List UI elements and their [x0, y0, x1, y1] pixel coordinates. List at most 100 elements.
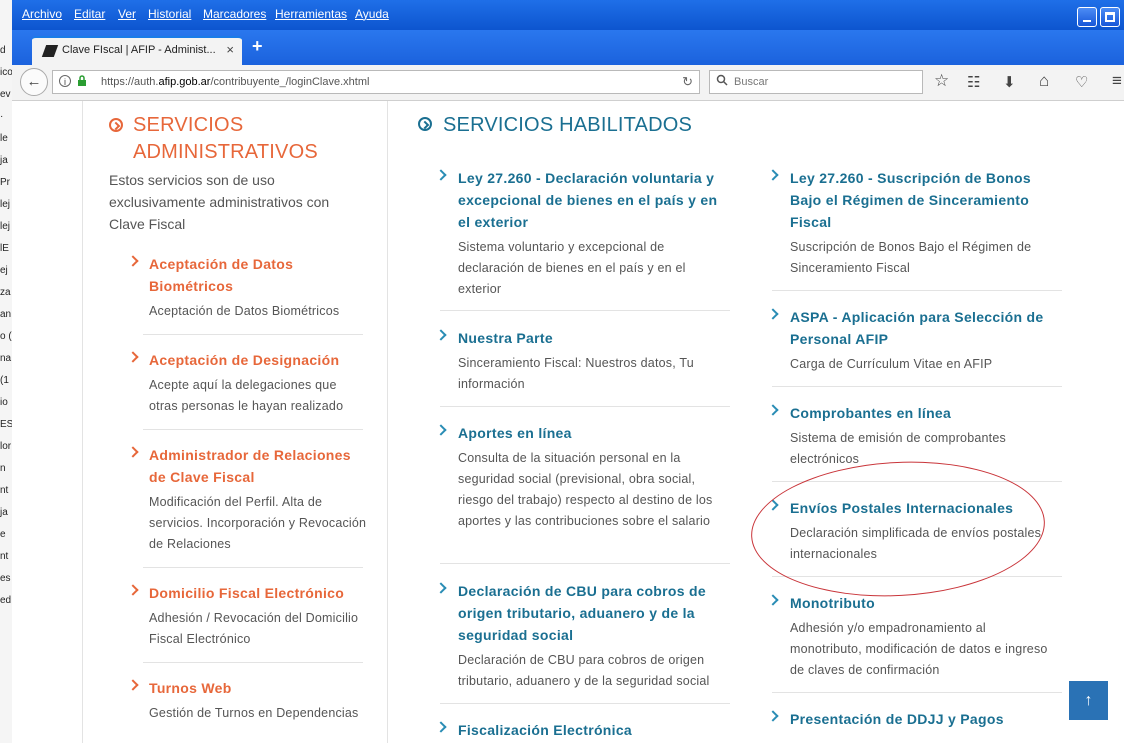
divider: [772, 290, 1062, 291]
service-declaracion-cbu[interactable]: Declaración de CBU para cobros de origen…: [435, 580, 727, 692]
service-fiscalizacion-electronica[interactable]: Fiscalización Electrónica: [435, 719, 727, 741]
item-desc: Gestión de Turnos en Dependencias: [149, 706, 359, 720]
item-desc: Acepte aquí la delegaciones que otras pe…: [149, 378, 344, 413]
item-title[interactable]: Domicilio Fiscal Electrónico: [149, 582, 369, 604]
menu-marcadores[interactable]: Marcadores: [203, 7, 266, 21]
circle-arrow-icon: [109, 118, 123, 132]
service-desc: Consulta de la situación personal en la …: [458, 451, 713, 528]
divider: [143, 334, 363, 335]
service-title[interactable]: Monotributo: [790, 592, 1059, 614]
divider: [143, 662, 363, 663]
browser-window: Archivo Editar Ver Historial Marcadores …: [12, 0, 1124, 743]
bookmark-star-icon[interactable]: ☆: [934, 71, 949, 91]
menu-editar[interactable]: Editar: [74, 7, 105, 21]
service-aspa[interactable]: ASPA - Aplicación para Selección de Pers…: [767, 306, 1059, 375]
sidebar-title-line2: ADMINISTRATIVOS: [133, 141, 318, 163]
service-aportes-en-linea[interactable]: Aportes en línea Consulta de la situació…: [435, 422, 727, 532]
menu-icon[interactable]: ≡: [1112, 71, 1122, 91]
divider: [440, 310, 730, 311]
service-title[interactable]: Nuestra Parte: [458, 327, 727, 349]
lock-icon: [77, 75, 87, 89]
item-title[interactable]: Turnos Web: [149, 677, 369, 699]
divider: [143, 429, 363, 430]
site-info-icon[interactable]: i: [59, 75, 71, 87]
tab-bar: Clave FIscal | AFIP - Administ... × +: [12, 30, 1124, 65]
search-icon: [716, 74, 728, 89]
pocket-icon[interactable]: ♡: [1075, 73, 1088, 91]
divider: [440, 406, 730, 407]
annotation-ellipse: [747, 454, 1049, 604]
item-title[interactable]: Aceptación de Datos Biométricos: [149, 253, 369, 297]
afip-favicon-icon: [41, 45, 59, 57]
sidebar-servicios-administrativos: SERVICIOS ADMINISTRATIVOS Estos servicio…: [82, 101, 388, 743]
tab-close-icon[interactable]: ×: [226, 42, 234, 57]
maximize-button[interactable]: [1100, 7, 1120, 27]
address-bar[interactable]: i https://auth.afip.gob.ar/contribuyente…: [52, 70, 700, 94]
back-button[interactable]: ←: [20, 68, 48, 96]
service-title[interactable]: Aportes en línea: [458, 422, 727, 444]
url-prefix: https://auth.: [101, 76, 159, 88]
service-title[interactable]: Declaración de CBU para cobros de origen…: [458, 580, 727, 646]
service-desc: Sinceramiento Fiscal: Nuestros datos, Tu…: [458, 356, 694, 391]
new-tab-button[interactable]: +: [252, 36, 263, 57]
divider: [772, 692, 1062, 693]
divider: [440, 563, 730, 564]
maximize-icon: [1105, 12, 1115, 22]
item-title[interactable]: Aceptación de Designación: [149, 349, 369, 371]
page-left-margin: [12, 101, 82, 743]
sidebar-title: SERVICIOS ADMINISTRATIVOS: [133, 112, 318, 166]
service-ley-27260-bonos[interactable]: Ley 27.260 - Suscripción de Bonos Bajo e…: [767, 167, 1059, 279]
menu-ayuda[interactable]: Ayuda: [355, 7, 389, 21]
item-desc: Aceptación de Datos Biométricos: [149, 304, 340, 318]
service-title[interactable]: Ley 27.260 - Suscripción de Bonos Bajo e…: [790, 167, 1059, 233]
minimize-icon: [1083, 20, 1091, 22]
search-box[interactable]: Buscar: [709, 70, 923, 94]
back-to-top-button[interactable]: ↑: [1069, 681, 1108, 720]
arrow-up-icon: ↑: [1084, 692, 1093, 709]
sidebar-item-designacion[interactable]: Aceptación de Designación Acepte aquí la…: [127, 349, 369, 417]
downloads-icon[interactable]: ⬇: [1003, 73, 1016, 91]
service-desc: Carga de Currículum Vitae en AFIP: [790, 357, 993, 371]
url-text: https://auth.afip.gob.ar/contribuyente_/…: [101, 76, 369, 88]
service-title[interactable]: Comprobantes en línea: [790, 402, 1059, 424]
sidebar-item-administrador-relaciones[interactable]: Administrador de Relaciones de Clave Fis…: [127, 444, 369, 555]
service-monotributo[interactable]: Monotributo Adhesión y/o empadronamiento…: [767, 592, 1059, 681]
reload-icon[interactable]: ↻: [682, 74, 693, 90]
sidebar-item-datos-biometricos[interactable]: Aceptación de Datos Biométricos Aceptaci…: [127, 253, 369, 322]
service-title[interactable]: ASPA - Aplicación para Selección de Pers…: [790, 306, 1059, 350]
item-desc: Adhesión / Revocación del Domicilio Fisc…: [149, 611, 359, 646]
service-presentacion-ddjj[interactable]: Presentación de DDJJ y Pagos: [767, 708, 1059, 730]
url-domain: afip.gob.ar: [158, 76, 211, 88]
item-desc: Modificación del Perfil. Alta de servici…: [149, 495, 367, 551]
service-title[interactable]: Fiscalización Electrónica: [458, 719, 727, 741]
service-title[interactable]: Ley 27.260 - Declaración voluntaria y ex…: [458, 167, 727, 233]
tab-afip[interactable]: Clave FIscal | AFIP - Administ... ×: [32, 36, 242, 65]
menu-ver[interactable]: Ver: [118, 7, 136, 21]
menu-historial[interactable]: Historial: [148, 7, 191, 21]
bookmarks-list-icon[interactable]: ☷: [967, 73, 980, 91]
divider: [772, 386, 1062, 387]
item-title[interactable]: Administrador de Relaciones de Clave Fis…: [149, 444, 369, 488]
sidebar-item-turnos-web[interactable]: Turnos Web Gestión de Turnos en Dependen…: [127, 677, 369, 724]
home-icon[interactable]: ⌂: [1039, 71, 1049, 91]
service-title[interactable]: Presentación de DDJJ y Pagos: [790, 708, 1059, 730]
minimize-button[interactable]: [1077, 7, 1097, 27]
sidebar-item-domicilio-fiscal[interactable]: Domicilio Fiscal Electrónico Adhesión / …: [127, 582, 369, 650]
service-nuestra-parte[interactable]: Nuestra Parte Sinceramiento Fiscal: Nues…: [435, 327, 727, 395]
main-title: SERVICIOS HABILITADOS: [443, 114, 693, 136]
divider: [143, 567, 363, 568]
service-desc: Suscripción de Bonos Bajo el Régimen de …: [790, 240, 1032, 275]
menu-herramientas[interactable]: Herramientas: [275, 7, 347, 21]
search-placeholder: Buscar: [734, 76, 769, 88]
sidebar-intro: Estos servicios son de uso exclusivament…: [109, 172, 330, 232]
service-desc: Declaración de CBU para cobros de origen…: [458, 653, 710, 688]
page-content: SERVICIOS ADMINISTRATIVOS Estos servicio…: [12, 101, 1124, 743]
service-ley-27260-declaracion[interactable]: Ley 27.260 - Declaración voluntaria y ex…: [435, 167, 727, 300]
divider: [440, 703, 730, 704]
service-desc: Adhesión y/o empadronamiento al monotrib…: [790, 621, 1048, 677]
back-arrow-icon: ←: [26, 73, 42, 90]
service-desc: Sistema voluntario y excepcional de decl…: [458, 240, 686, 296]
menu-bar: Archivo Editar Ver Historial Marcadores …: [12, 0, 1124, 30]
service-comprobantes-en-linea[interactable]: Comprobantes en línea Sistema de emisión…: [767, 402, 1059, 470]
menu-archivo[interactable]: Archivo: [22, 7, 62, 21]
